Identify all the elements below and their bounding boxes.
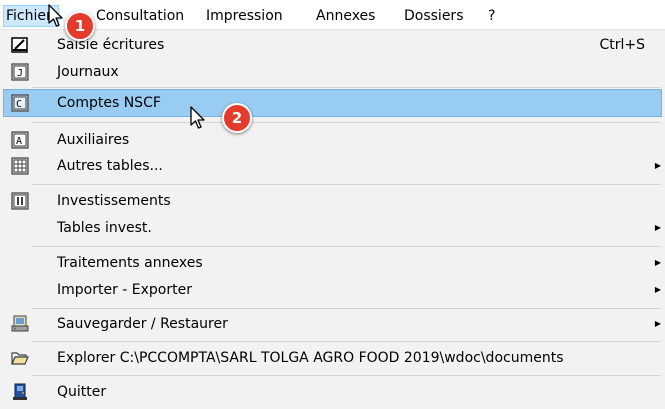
menu-help[interactable]: ? (488, 6, 495, 26)
menu-impression-label: Impression (206, 8, 283, 24)
screenshot-root: Fichier Consultation Impression Annexes … (0, 0, 665, 409)
submenu-arrow-icon: ▶ (654, 161, 661, 170)
submenu-arrow-icon: ▶ (654, 223, 661, 232)
menu-consultation[interactable]: Consultation (96, 6, 184, 26)
menu-separator (32, 246, 661, 247)
mouse-cursor-icon (190, 106, 205, 129)
menu-separator (32, 308, 661, 309)
backup-icon (11, 315, 29, 332)
menu-item-label: Explorer C:\PCCOMPTA\SARL TOLGA AGRO FOO… (57, 350, 564, 366)
fichier-dropdown-menu: Saisie écritures Ctrl+S J Journaux C Com… (0, 30, 665, 409)
menu-item-label: Tables invest. (57, 220, 152, 236)
menu-dossiers[interactable]: Dossiers (404, 6, 464, 26)
menu-annexes-label: Annexes (316, 8, 376, 24)
menu-item-label: Autres tables... (57, 158, 163, 174)
submenu-arrow-icon: ▶ (654, 285, 661, 294)
menu-help-label: ? (488, 8, 496, 24)
menu-item-auxiliaires[interactable]: A Auxiliaires (4, 127, 661, 153)
menu-item-tables-invest[interactable]: Tables invest. ▶ (4, 215, 661, 241)
menu-item-label: Comptes NSCF (57, 95, 161, 111)
table-icon (11, 157, 29, 175)
menu-item-comptes-nscf[interactable]: C Comptes NSCF (3, 89, 662, 117)
menu-item-quitter[interactable]: Quitter (4, 379, 661, 405)
menu-item-label: Investissements (57, 193, 171, 209)
menu-item-autres-tables[interactable]: Autres tables... ▶ (4, 153, 661, 179)
menu-item-label: Sauvegarder / Restaurer (57, 316, 228, 332)
menu-consultation-label: Consultation (96, 8, 185, 24)
menu-item-label: Quitter (57, 384, 107, 400)
menu-item-traitements-annexes[interactable]: Traitements annexes ▶ (4, 250, 661, 276)
menu-impression[interactable]: Impression (206, 6, 283, 26)
menu-separator (32, 184, 661, 185)
menu-item-label: Importer - Exporter (57, 282, 192, 298)
menu-item-saisie-ecritures[interactable]: Saisie écritures Ctrl+S (4, 32, 661, 58)
menu-separator (32, 375, 661, 376)
pencil-icon (11, 37, 28, 53)
menu-fichier-label: Fichier (6, 8, 52, 24)
menu-item-label: Auxiliaires (57, 132, 130, 148)
submenu-arrow-icon: ▶ (654, 319, 661, 328)
menu-item-importer-exporter[interactable]: Importer - Exporter ▶ (4, 277, 661, 303)
menu-item-investissements[interactable]: Investissements (4, 188, 661, 214)
folder-open-icon (11, 352, 29, 365)
svg-text:C: C (16, 99, 22, 110)
investment-icon (11, 192, 29, 210)
menu-separator (32, 341, 661, 342)
menu-shortcut: Ctrl+S (599, 37, 645, 53)
step-badge-2: 2 (222, 103, 252, 133)
submenu-arrow-icon: ▶ (654, 258, 661, 267)
svg-text:A: A (16, 136, 22, 147)
menu-dossiers-label: Dossiers (404, 8, 464, 24)
menu-item-explorer[interactable]: Explorer C:\PCCOMPTA\SARL TOLGA AGRO FOO… (4, 345, 661, 371)
accounts-icon: C (11, 94, 29, 112)
journal-icon: J (11, 63, 29, 81)
svg-text:J: J (17, 68, 23, 79)
menu-item-label: Traitements annexes (57, 255, 203, 271)
menu-separator (32, 122, 661, 123)
menu-item-label: Journaux (57, 64, 119, 80)
mouse-cursor-icon (48, 4, 63, 27)
menu-annexes[interactable]: Annexes (316, 6, 375, 26)
menu-item-journaux[interactable]: J Journaux (4, 59, 661, 85)
step-badge-1: 1 (65, 11, 95, 41)
menu-bar: Fichier Consultation Impression Annexes … (0, 0, 665, 30)
auxiliary-icon: A (11, 131, 29, 149)
menu-separator (32, 87, 661, 88)
exit-icon (13, 383, 27, 400)
menu-item-sauvegarder-restaurer[interactable]: Sauvegarder / Restaurer ▶ (4, 311, 661, 337)
